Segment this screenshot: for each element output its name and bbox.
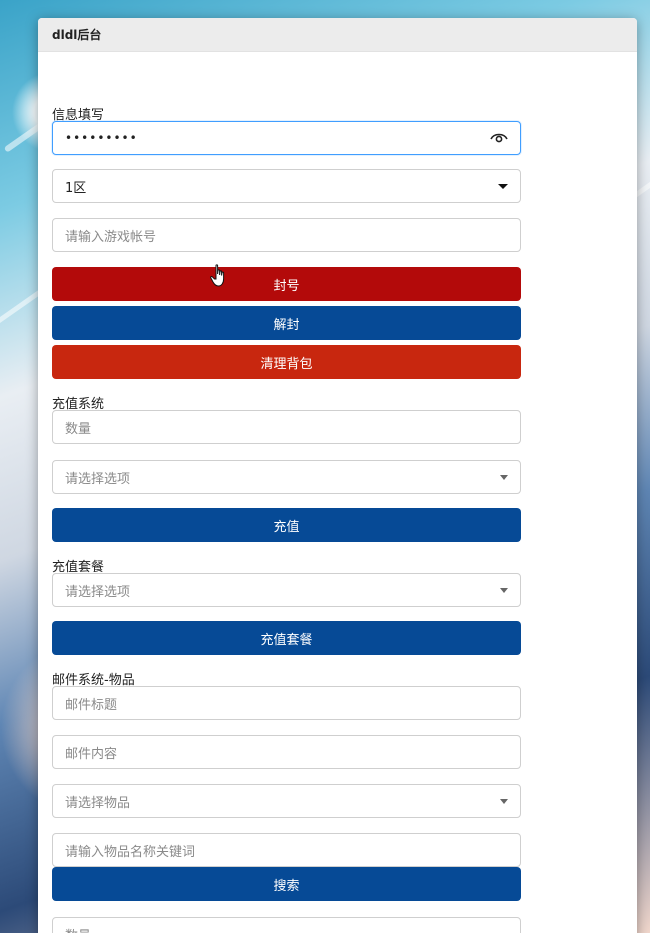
zone-select[interactable]: 1区 bbox=[52, 169, 521, 203]
package-button[interactable]: 充值套餐 bbox=[52, 621, 521, 655]
admin-panel: dldl后台 信息填写 ••••••••• 1区 请输入游戏帐号 封号 解封 清… bbox=[38, 18, 637, 933]
mail-quantity-input[interactable]: 数量 bbox=[52, 917, 521, 933]
package-option-select[interactable]: 请选择选项 bbox=[52, 573, 521, 607]
item-keyword-input[interactable]: 请输入物品名称关键词 bbox=[52, 833, 521, 867]
clear-bag-button[interactable]: 清理背包 bbox=[52, 345, 521, 379]
account-input[interactable]: 请输入游戏帐号 bbox=[52, 218, 521, 252]
item-keyword-placeholder: 请输入物品名称关键词 bbox=[65, 844, 196, 860]
eye-icon[interactable] bbox=[490, 132, 508, 144]
chevron-down-icon bbox=[500, 798, 508, 804]
mail-title-input[interactable]: 邮件标题 bbox=[52, 686, 521, 720]
mail-item-select[interactable]: 请选择物品 bbox=[52, 784, 521, 818]
panel-header: dldl后台 bbox=[38, 18, 637, 52]
mail-quantity-placeholder: 数量 bbox=[65, 925, 91, 933]
password-value: ••••••••• bbox=[65, 131, 138, 145]
mail-content-input[interactable]: 邮件内容 bbox=[52, 735, 521, 769]
chevron-down-icon bbox=[500, 587, 508, 593]
search-button[interactable]: 搜索 bbox=[52, 867, 521, 901]
chevron-down-icon bbox=[498, 183, 508, 189]
password-field[interactable]: ••••••••• bbox=[52, 121, 521, 155]
mail-title-placeholder: 邮件标题 bbox=[65, 697, 118, 713]
panel-title: dldl后台 bbox=[52, 28, 102, 42]
ban-button[interactable]: 封号 bbox=[52, 267, 521, 301]
recharge-amount-placeholder: 数量 bbox=[65, 421, 92, 437]
recharge-option-select[interactable]: 请选择选项 bbox=[52, 460, 521, 494]
recharge-option-placeholder: 请选择选项 bbox=[65, 471, 131, 487]
recharge-button[interactable]: 充值 bbox=[52, 508, 521, 542]
mail-content-placeholder: 邮件内容 bbox=[65, 746, 118, 762]
recharge-amount-input[interactable]: 数量 bbox=[52, 410, 521, 444]
hand-pointer-icon bbox=[210, 264, 225, 287]
chevron-down-icon bbox=[500, 474, 508, 480]
unban-button[interactable]: 解封 bbox=[52, 306, 521, 340]
package-option-placeholder: 请选择选项 bbox=[65, 584, 131, 600]
mail-item-placeholder: 请选择物品 bbox=[65, 795, 131, 811]
zone-selected-value: 1区 bbox=[65, 180, 87, 196]
account-placeholder: 请输入游戏帐号 bbox=[65, 229, 157, 245]
